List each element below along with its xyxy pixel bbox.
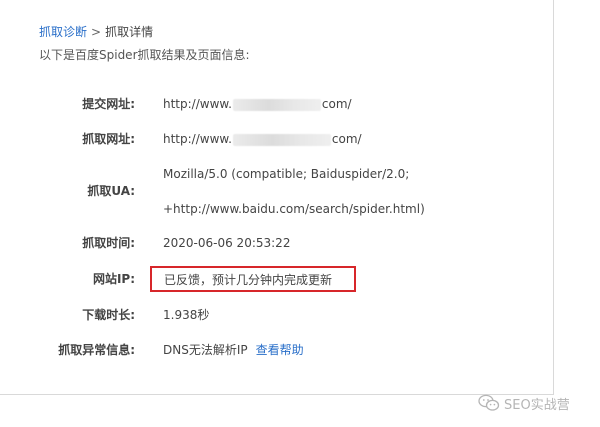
site-ip-highlight-box: 已反馈，预计几分钟内完成更新	[150, 266, 356, 292]
redacted-domain-mask	[232, 133, 331, 146]
watermark: SEO实战营	[478, 392, 570, 414]
breadcrumb-separator: >	[91, 25, 102, 39]
crawl-error-value: DNS无法解析IP 查看帮助	[163, 342, 304, 358]
breadcrumb: 抓取诊断 > 抓取详情	[39, 24, 153, 40]
ua-line-2: +http://www.baidu.com/search/spider.html…	[163, 202, 425, 216]
crawl-detail-page: 抓取诊断 > 抓取详情 以下是百度Spider抓取结果及页面信息: 提交网址: ht…	[0, 0, 600, 427]
submitted-url-prefix: http://www.	[163, 97, 232, 111]
crawl-time-label: 抓取时间:	[82, 236, 135, 250]
intro-text: 以下是百度Spider抓取结果及页面信息:	[39, 48, 250, 62]
crawled-url-prefix: http://www.	[163, 132, 232, 146]
breadcrumb-crawl-diagnosis-link[interactable]: 抓取诊断	[39, 25, 87, 39]
download-time-label: 下载时长:	[82, 308, 135, 322]
breadcrumb-current: 抓取详情	[105, 25, 154, 39]
submitted-url-label: 提交网址:	[82, 97, 135, 111]
content-frame-right-border	[553, 0, 554, 395]
submitted-url-value: http://www. com/	[163, 96, 352, 112]
crawled-url-value: http://www. com/	[163, 131, 362, 147]
view-help-link[interactable]: 查看帮助	[256, 343, 304, 357]
site-ip-label: 网站IP:	[92, 272, 135, 286]
redacted-domain-mask	[232, 98, 321, 111]
wechat-icon	[478, 394, 500, 411]
submitted-url-suffix: com/	[321, 97, 352, 111]
ua-line-1: Mozilla/5.0 (compatible; Baiduspider/2.0…	[163, 167, 410, 181]
crawl-error-text: DNS无法解析IP	[163, 343, 248, 357]
site-ip-value: 已反馈，预计几分钟内完成更新	[164, 273, 333, 287]
content-frame-bottom-border	[0, 394, 554, 395]
crawled-url-suffix: com/	[331, 132, 362, 146]
crawl-error-label: 抓取异常信息:	[58, 343, 135, 357]
ua-label: 抓取UA:	[87, 184, 135, 198]
download-time-value: 1.938秒	[163, 308, 210, 322]
crawled-url-label: 抓取网址:	[82, 132, 135, 146]
crawl-time-value: 2020-06-06 20:53:22	[163, 236, 291, 250]
watermark-text: SEO实战营	[504, 397, 570, 413]
